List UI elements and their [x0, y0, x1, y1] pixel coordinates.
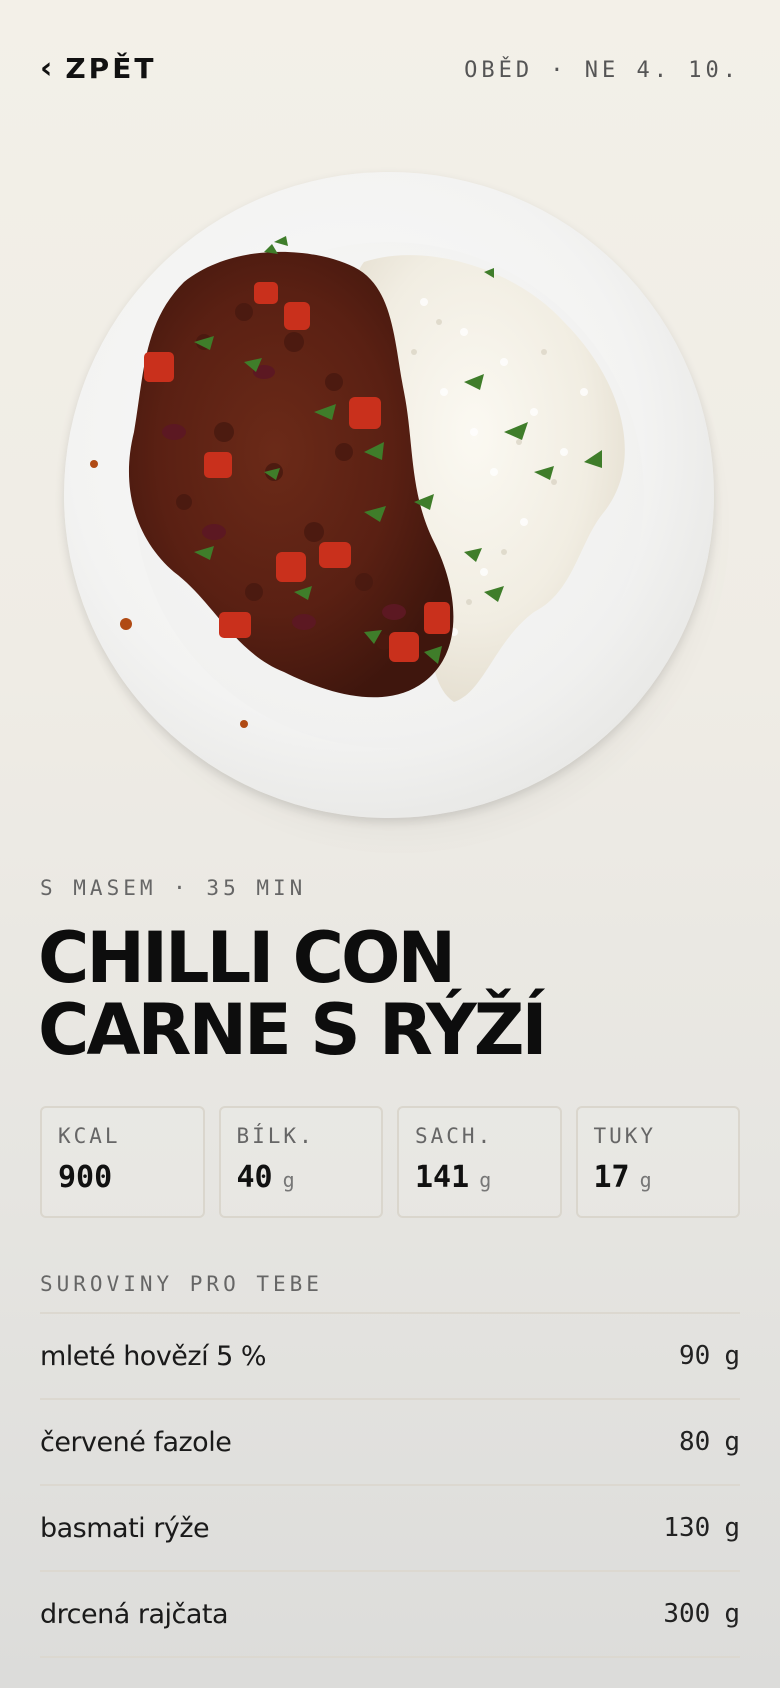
- macro-unit: g: [282, 1168, 295, 1192]
- ingredient-row: drcená rajčata 300 g: [40, 1572, 740, 1658]
- back-label: ZPĚT: [65, 52, 157, 85]
- title-line-1: CHILLI CON: [38, 917, 456, 999]
- macro-unit: g: [639, 1168, 652, 1192]
- macros-row: KCAL 900 BÍLK. 40 g SACH. 141 g TUKY 17 …: [40, 1106, 740, 1218]
- ingredient-amount: 300 g: [663, 1599, 740, 1629]
- ingredient-name: drcená rajčata: [40, 1598, 229, 1630]
- ingredient-row: basmati rýže 130 g: [40, 1486, 740, 1572]
- ingredients-list: mleté hovězí 5 % 90 g červené fazole 80 …: [40, 1312, 740, 1658]
- macro-value: 900: [58, 1160, 113, 1195]
- back-button[interactable]: ‹ ZPĚT: [40, 52, 156, 85]
- ingredients-title: SUROVINY PRO TEBE: [40, 1272, 323, 1296]
- title-line-2: CARNE S RÝŽÍ: [38, 989, 548, 1071]
- macro-label: SACH.: [415, 1124, 494, 1148]
- dish-illustration: [90, 236, 625, 728]
- ingredient-amount: 130 g: [663, 1513, 740, 1543]
- ingredient-row: mleté hovězí 5 % 90 g: [40, 1314, 740, 1400]
- macro-label: BÍLK.: [236, 1124, 315, 1148]
- macro-value: 40: [236, 1160, 273, 1195]
- macro-label: KCAL: [58, 1124, 121, 1148]
- top-bar: ‹ ZPĚT OBĚD · NE 4. 10.: [0, 0, 780, 140]
- ingredient-name: červené fazole: [40, 1426, 232, 1458]
- recipe-tagline: S MASEM · 35 MIN: [40, 876, 307, 900]
- recipe-title: CHILLI CON CARNE S RÝŽÍ: [38, 922, 738, 1066]
- macro-label: TUKY: [593, 1124, 657, 1148]
- macro-protein: BÍLK. 40 g: [218, 1106, 383, 1218]
- meal-date: OBĚD · NE 4. 10.: [464, 58, 740, 83]
- ingredient-amount: 80 g: [679, 1427, 740, 1457]
- ingredient-name: basmati rýže: [40, 1512, 210, 1544]
- macro-kcal: KCAL 900: [40, 1106, 205, 1218]
- macro-fat: TUKY 17 g: [575, 1106, 740, 1218]
- ingredient-amount: 90 g: [679, 1341, 740, 1371]
- macro-value: 17: [593, 1160, 630, 1195]
- macro-carbs: SACH. 141 g: [397, 1106, 562, 1218]
- macro-value: 141: [415, 1160, 470, 1195]
- ingredient-name: mleté hovězí 5 %: [40, 1340, 267, 1372]
- ingredient-row: červené fazole 80 g: [40, 1400, 740, 1486]
- dish-photo: [64, 172, 724, 848]
- macro-unit: g: [479, 1168, 492, 1192]
- chevron-left-icon: ‹: [40, 50, 56, 86]
